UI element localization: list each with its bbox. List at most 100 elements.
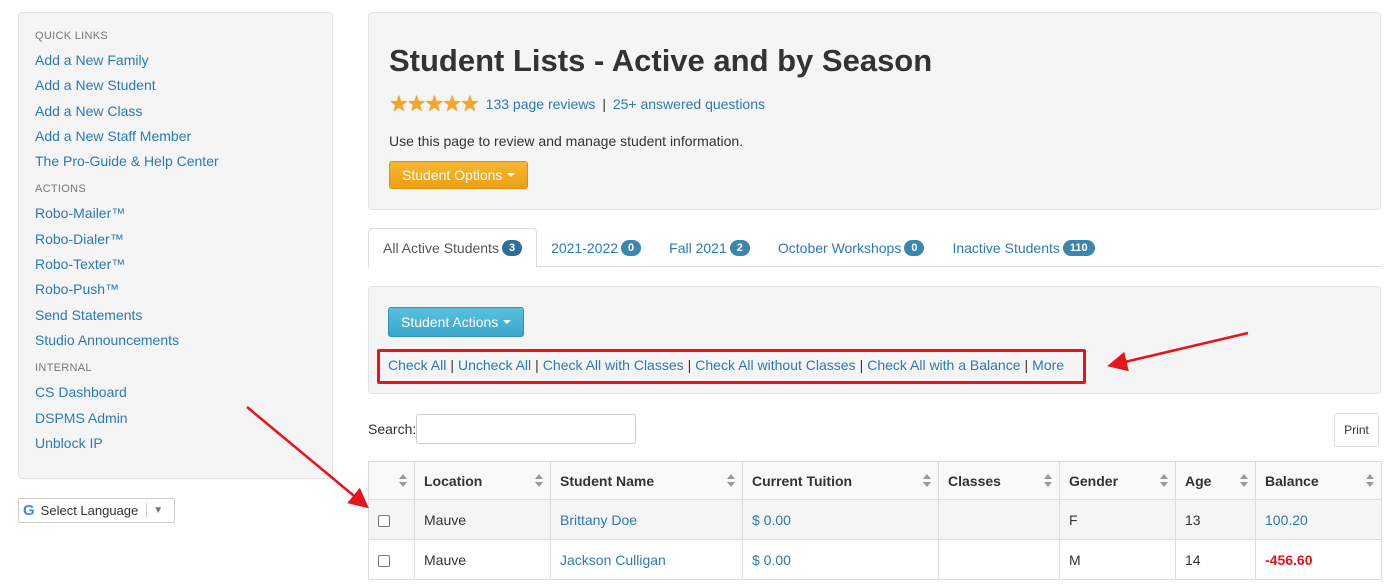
check-all-with-classes-link[interactable]: Check All with Classes bbox=[543, 357, 684, 373]
student-options-button[interactable]: Student Options bbox=[389, 161, 529, 189]
quick-links-group: QUICK LINKS Add a New Family Add a New S… bbox=[35, 30, 316, 174]
column-header-balance[interactable]: Balance bbox=[1255, 461, 1382, 500]
studio-announcements-link[interactable]: Studio Announcements bbox=[35, 328, 316, 353]
balance-cell: 100.20 bbox=[1255, 499, 1382, 540]
student-actions-panel: Student Actions Check All | Uncheck All | Ch… bbox=[368, 286, 1381, 394]
add-student-link[interactable]: Add a New Student bbox=[35, 73, 316, 98]
column-header-label: Gender bbox=[1069, 472, 1119, 489]
robo-dialer-link[interactable]: Robo-Dialer™ bbox=[35, 227, 316, 252]
tab-inactive-students[interactable]: Inactive Students 110 bbox=[938, 228, 1108, 267]
language-select-divider bbox=[146, 503, 148, 518]
unblock-ip-link[interactable]: Unblock IP bbox=[35, 431, 316, 456]
column-header-age[interactable]: Age bbox=[1175, 461, 1256, 500]
send-statements-link[interactable]: Send Statements bbox=[35, 303, 316, 328]
answered-questions-link[interactable]: 25+ answered questions bbox=[613, 96, 765, 112]
more-link[interactable]: More bbox=[1032, 357, 1064, 373]
tab-2021-2022[interactable]: 2021-2022 0 bbox=[537, 228, 655, 267]
count-badge: 3 bbox=[501, 240, 523, 256]
column-header-label: Classes bbox=[948, 472, 1001, 489]
tab-label: All Active Students bbox=[383, 240, 499, 256]
actions-heading: ACTIONS bbox=[35, 183, 86, 196]
student-options-label: Student Options bbox=[402, 167, 503, 183]
sort-icon bbox=[1160, 474, 1168, 488]
caret-down-icon bbox=[503, 320, 512, 324]
tuition-cell: $ 0.00 bbox=[742, 539, 939, 580]
location-cell: Mauve bbox=[414, 539, 551, 580]
location-cell: Mauve bbox=[414, 499, 551, 540]
quick-links-heading: QUICK LINKS bbox=[35, 30, 108, 42]
help-center-link[interactable]: The Pro-Guide & Help Center bbox=[35, 149, 316, 174]
tab-fall-2021[interactable]: Fall 2021 2 bbox=[655, 228, 764, 267]
star-icon: ★ bbox=[389, 91, 409, 116]
column-header-label: Student Name bbox=[560, 472, 655, 489]
robo-push-link[interactable]: Robo-Push™ bbox=[35, 277, 316, 302]
print-button[interactable]: Print bbox=[1334, 413, 1379, 447]
student-name-link[interactable]: Brittany Doe bbox=[560, 512, 637, 528]
student-name-link[interactable]: Jackson Culligan bbox=[560, 552, 666, 568]
tuition-link[interactable]: $ 0.00 bbox=[752, 552, 791, 568]
column-header-location[interactable]: Location bbox=[414, 461, 551, 500]
check-all-link[interactable]: Check All bbox=[388, 357, 446, 373]
tab-all-active-students[interactable]: All Active Students 3 bbox=[368, 228, 538, 268]
column-header-label: Current Tuition bbox=[752, 472, 853, 489]
uncheck-all-link[interactable]: Uncheck All bbox=[458, 357, 531, 373]
table-row: Mauve Brittany Doe $ 0.00 F 13 100.20 bbox=[368, 499, 1382, 540]
check-all-with-balance-link[interactable]: Check All with a Balance bbox=[867, 357, 1020, 373]
add-class-link[interactable]: Add a New Class bbox=[35, 99, 316, 124]
row-checkbox[interactable] bbox=[378, 554, 390, 567]
select-column-header[interactable] bbox=[368, 461, 415, 500]
star-icon: ★ bbox=[406, 91, 427, 116]
sort-icon bbox=[727, 474, 735, 488]
tab-label: Fall 2021 bbox=[669, 239, 727, 256]
balance-link[interactable]: 100.20 bbox=[1265, 512, 1308, 528]
internal-heading: INTERNAL bbox=[35, 362, 92, 375]
page-header-panel: Student Lists - Active and by Season ★ ★… bbox=[368, 12, 1381, 210]
row-checkbox[interactable] bbox=[378, 514, 390, 527]
language-select[interactable]: G Select Language ▼ bbox=[18, 498, 175, 523]
link-separator: | bbox=[1024, 357, 1029, 373]
check-all-without-classes-link[interactable]: Check All without Classes bbox=[695, 357, 855, 373]
page-title: Student Lists - Active and by Season bbox=[389, 43, 933, 78]
language-select-label: Select Language bbox=[40, 503, 139, 518]
count-badge: 2 bbox=[729, 239, 750, 256]
tab-label: Inactive Students bbox=[952, 239, 1060, 256]
link-separator: | bbox=[535, 357, 539, 373]
gender-cell: M bbox=[1059, 539, 1176, 580]
reviews-separator: | bbox=[602, 96, 606, 112]
link-separator: | bbox=[859, 357, 864, 373]
sort-icon bbox=[1366, 474, 1374, 488]
student-name-cell: Jackson Culligan bbox=[550, 539, 743, 580]
dropdown-arrow-icon: ▼ bbox=[153, 505, 164, 516]
sort-icon bbox=[1240, 474, 1248, 488]
column-header-current-tuition[interactable]: Current Tuition bbox=[742, 461, 939, 500]
student-actions-button[interactable]: Student Actions bbox=[388, 307, 525, 337]
column-header-gender[interactable]: Gender bbox=[1059, 461, 1176, 500]
tab-october-workshops[interactable]: October Workshops 0 bbox=[764, 228, 939, 267]
column-header-classes[interactable]: Classes bbox=[938, 461, 1060, 500]
column-header-label: Location bbox=[424, 472, 483, 489]
age-cell: 13 bbox=[1175, 499, 1256, 540]
negative-balance-value: -456.60 bbox=[1265, 551, 1313, 568]
sort-icon bbox=[399, 474, 407, 488]
cs-dashboard-link[interactable]: CS Dashboard bbox=[35, 380, 316, 405]
tuition-link[interactable]: $ 0.00 bbox=[752, 512, 791, 528]
column-header-student-name[interactable]: Student Name bbox=[550, 461, 743, 500]
robo-texter-link[interactable]: Robo-Texter™ bbox=[35, 252, 316, 277]
search-label: Search: bbox=[368, 421, 417, 437]
page-reviews-link[interactable]: 133 page reviews bbox=[486, 96, 596, 112]
student-name-cell: Brittany Doe bbox=[550, 499, 743, 540]
add-staff-link[interactable]: Add a New Staff Member bbox=[35, 124, 316, 149]
balance-cell: -456.60 bbox=[1255, 539, 1382, 580]
link-separator: | bbox=[450, 357, 454, 373]
rating-row: ★ ★ ★ ★ ★ 133 page reviews | 25+ answere… bbox=[389, 91, 765, 117]
dspms-admin-link[interactable]: DSPMS Admin bbox=[35, 406, 316, 431]
search-input[interactable] bbox=[416, 414, 636, 444]
count-badge: 0 bbox=[904, 239, 925, 256]
caret-down-icon bbox=[507, 173, 516, 177]
classes-cell bbox=[938, 499, 1060, 540]
sidebar: QUICK LINKS Add a New Family Add a New S… bbox=[18, 12, 333, 479]
student-list-tabs: All Active Students 3 2021-2022 0 Fall 2… bbox=[368, 228, 1381, 268]
robo-mailer-link[interactable]: Robo-Mailer™ bbox=[35, 201, 316, 226]
add-family-link[interactable]: Add a New Family bbox=[35, 48, 316, 73]
table-row: Mauve Jackson Culligan $ 0.00 M 14 -456.… bbox=[368, 539, 1382, 580]
